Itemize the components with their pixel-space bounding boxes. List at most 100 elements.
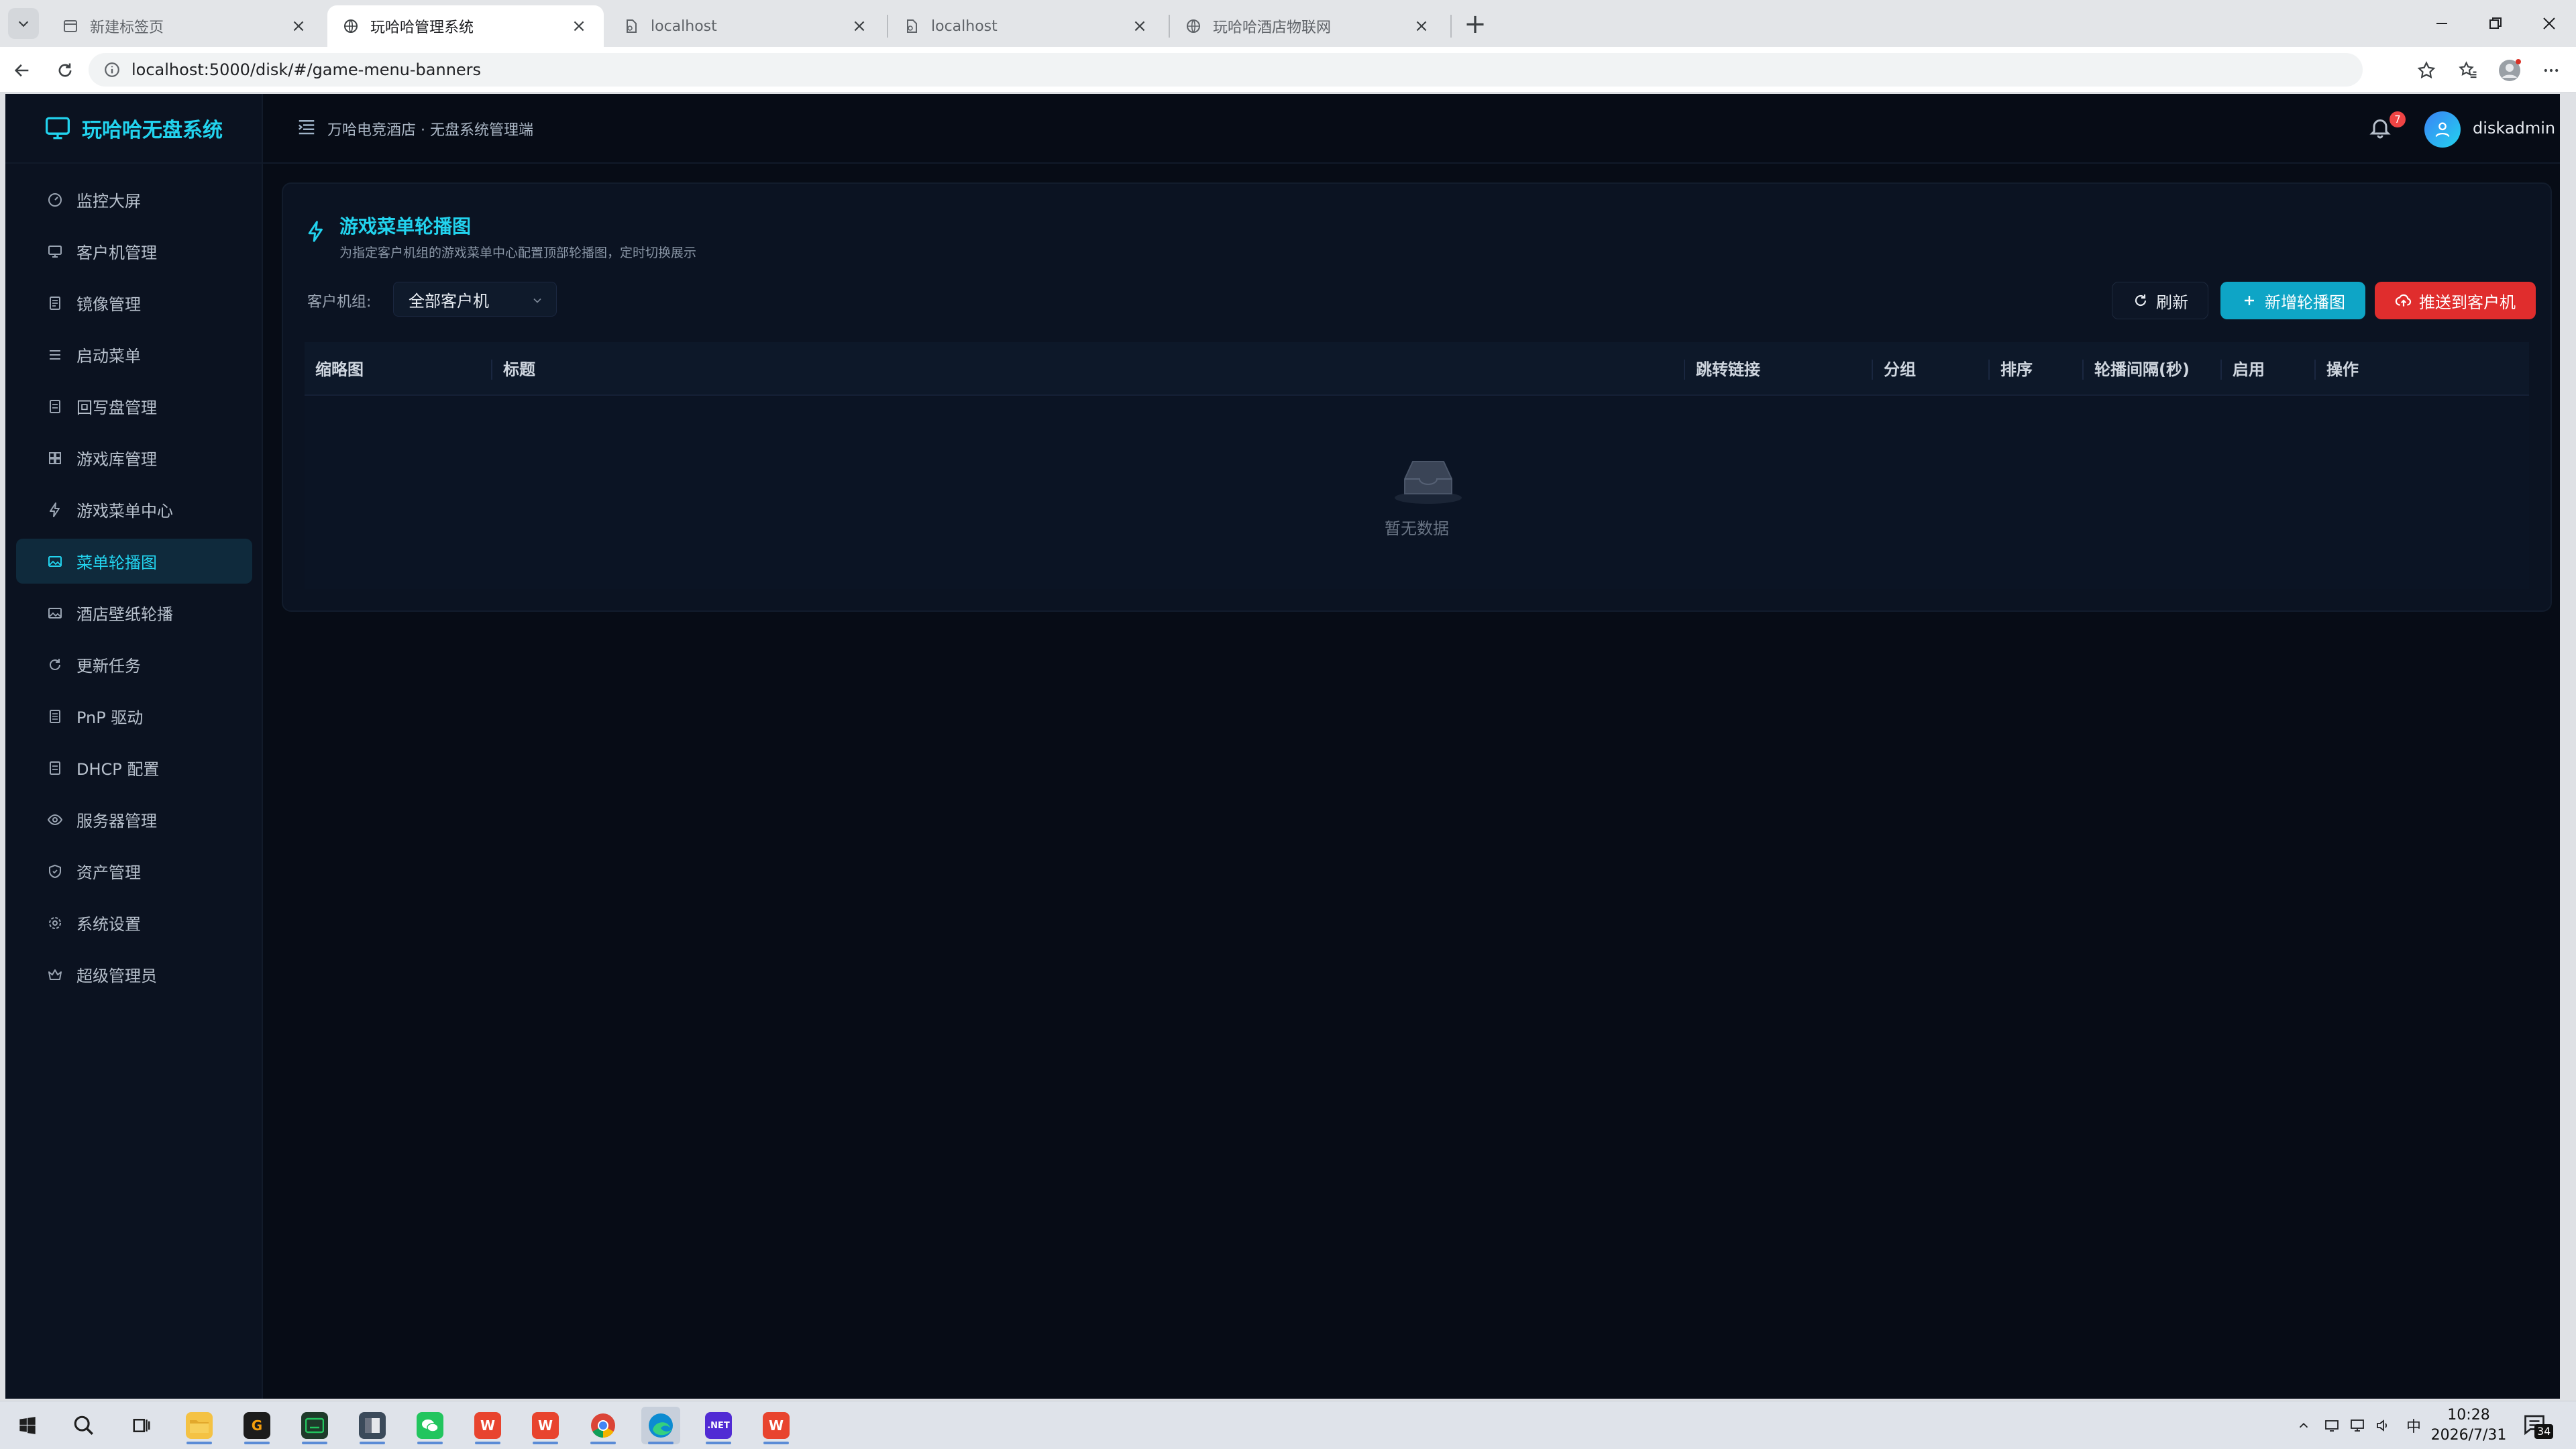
crown-icon: [46, 965, 64, 984]
sidebar-item-label: 资产管理: [76, 863, 141, 882]
add-banner-button[interactable]: 新增轮播图: [2220, 282, 2365, 319]
sidebar-item-game-menu-center[interactable]: 游戏菜单中心: [16, 487, 252, 532]
tab-title: localhost: [651, 17, 717, 35]
sidebar-item-label: 客户机管理: [76, 244, 157, 262]
new-tab-button[interactable]: +: [1460, 9, 1491, 40]
taskbar-chrome[interactable]: [584, 1407, 623, 1444]
refresh-label: 刷新: [2156, 292, 2188, 312]
tray-volume-icon[interactable]: [2372, 1415, 2394, 1436]
globe-icon: [1185, 17, 1202, 35]
browser-tab-2[interactable]: localhost ×: [608, 5, 884, 47]
browser-tab-4[interactable]: 玩哈哈酒店物联网 ×: [1170, 5, 1446, 47]
taskbar-wps-3[interactable]: W: [757, 1407, 796, 1444]
username[interactable]: diskadmin: [2473, 119, 2555, 138]
browser-tab-1[interactable]: 玩哈哈管理系统 ×: [327, 5, 604, 47]
tray-display-icon[interactable]: [2321, 1415, 2343, 1436]
task-view-button[interactable]: [122, 1407, 161, 1444]
column-header-sort: 排序: [1988, 360, 2033, 380]
tab-search-button[interactable]: [8, 8, 39, 39]
search-icon: [74, 1415, 93, 1435]
sidebar-item-label: PnP 驱动: [76, 708, 144, 727]
browser-tab-3[interactable]: localhost ×: [888, 5, 1165, 47]
close-icon[interactable]: ×: [849, 16, 869, 36]
sidebar-item-label: 服务器管理: [76, 812, 157, 830]
close-icon[interactable]: ×: [569, 16, 589, 36]
sidebar-item-monitor-dashboard[interactable]: 监控大屏: [16, 177, 252, 222]
sidebar-item-dhcp[interactable]: DHCP 配置: [16, 745, 252, 790]
menu-toggle-icon[interactable]: [297, 117, 317, 137]
sidebar-item-settings[interactable]: 系统设置: [16, 900, 252, 945]
sidebar-item-update-tasks[interactable]: 更新任务: [16, 642, 252, 687]
client-group-select[interactable]: 全部客户机: [393, 282, 557, 317]
reload-button[interactable]: [50, 55, 80, 86]
taskbar-app-terminal[interactable]: [295, 1407, 334, 1444]
taskbar-wps-2[interactable]: W: [526, 1407, 565, 1444]
chrome-icon: [590, 1412, 616, 1439]
taskbar-dotnet[interactable]: .NET: [699, 1407, 738, 1444]
minimize-button[interactable]: [2415, 0, 2469, 47]
more-menu-button[interactable]: [2536, 55, 2567, 86]
app-logo[interactable]: 玩哈哈无盘系统: [5, 94, 262, 164]
sidebar-item-menu-banners[interactable]: 菜单轮播图: [16, 539, 252, 584]
profile-button[interactable]: [2494, 55, 2525, 86]
sidebar-item-boot-menu[interactable]: 启动菜单: [16, 332, 252, 377]
reload-icon: [58, 63, 72, 77]
taskbar-wps-1[interactable]: W: [468, 1407, 507, 1444]
push-to-clients-button[interactable]: 推送到客户机: [2375, 282, 2536, 319]
sidebar-item-super-admin[interactable]: 超级管理员: [16, 952, 252, 997]
monitor-icon: [46, 117, 70, 140]
taskbar-file-explorer[interactable]: [180, 1407, 219, 1444]
taskbar-app-c[interactable]: G: [237, 1407, 276, 1444]
running-indicator: [186, 1442, 212, 1444]
taskbar-edge[interactable]: [641, 1407, 680, 1444]
sidebar-item-servers[interactable]: 服务器管理: [16, 797, 252, 842]
sidebar-item-writeback[interactable]: 回写盘管理: [16, 384, 252, 429]
taskbar-wechat[interactable]: [411, 1407, 449, 1444]
taskbar-clock[interactable]: 10:28 2026/7/31: [2428, 1405, 2509, 1446]
favorites-icon: [2459, 61, 2477, 78]
sidebar-item-clients[interactable]: 客户机管理: [16, 229, 252, 274]
favorites-button[interactable]: [2453, 55, 2483, 86]
tray-overflow-chevron-up-icon[interactable]: [2293, 1415, 2314, 1436]
client-group-label: 客户机组:: [307, 294, 372, 311]
avatar[interactable]: [2424, 111, 2461, 148]
tray-ime-indicator[interactable]: 中: [2403, 1415, 2424, 1436]
plus-icon: [2241, 292, 2258, 309]
close-icon[interactable]: ×: [1130, 16, 1150, 36]
running-indicator: [533, 1442, 558, 1444]
sidebar-item-hotel-wallpapers[interactable]: 酒店壁纸轮播: [16, 590, 252, 635]
taskbar-app-editor[interactable]: [353, 1407, 392, 1444]
restore-button[interactable]: [2469, 0, 2522, 47]
edge-icon: [647, 1412, 674, 1439]
close-icon[interactable]: ×: [1411, 16, 1432, 36]
sidebar-item-pnp-drivers[interactable]: PnP 驱动: [16, 694, 252, 739]
notification-badge: 7: [2390, 111, 2406, 127]
close-window-button[interactable]: [2522, 0, 2576, 47]
empty-state-text: 暂无数据: [1385, 519, 1449, 538]
tray-network-icon[interactable]: [2347, 1415, 2368, 1436]
running-indicator: [648, 1442, 674, 1444]
back-button[interactable]: [7, 55, 38, 86]
column-header-enabled: 启用: [2220, 360, 2265, 380]
refresh-button[interactable]: 刷新: [2112, 282, 2208, 319]
sidebar-item-assets[interactable]: 资产管理: [16, 849, 252, 894]
bookmark-star-button[interactable]: [2411, 55, 2442, 86]
logo-text: 玩哈哈无盘系统: [82, 119, 223, 142]
running-indicator: [706, 1442, 731, 1444]
image-icon: [46, 552, 64, 571]
column-header-group: 分组: [1872, 360, 1916, 380]
sidebar-menu: 监控大屏 客户机管理 镜像管理 启动菜单 回写盘管理 游戏库管理 游戏菜单中心 …: [5, 164, 262, 997]
sidebar-item-game-library[interactable]: 游戏库管理: [16, 435, 252, 480]
start-button[interactable]: [8, 1407, 47, 1444]
url-text: localhost:5000/disk/#/game-menu-banners: [131, 60, 482, 79]
star-icon: [2417, 61, 2436, 78]
address-bar[interactable]: localhost:5000/disk/#/game-menu-banners: [89, 53, 2363, 87]
sidebar: 玩哈哈无盘系统 监控大屏 客户机管理 镜像管理 启动菜单 回写盘管理 游戏库管理…: [5, 94, 263, 1399]
sidebar-item-label: 系统设置: [76, 915, 141, 934]
running-indicator: [244, 1442, 270, 1444]
close-icon[interactable]: ×: [288, 16, 309, 36]
search-button[interactable]: [64, 1407, 103, 1444]
browser-tab-0[interactable]: 新建标签页 ×: [47, 5, 323, 47]
chip-icon: [46, 707, 64, 726]
sidebar-item-images[interactable]: 镜像管理: [16, 280, 252, 325]
